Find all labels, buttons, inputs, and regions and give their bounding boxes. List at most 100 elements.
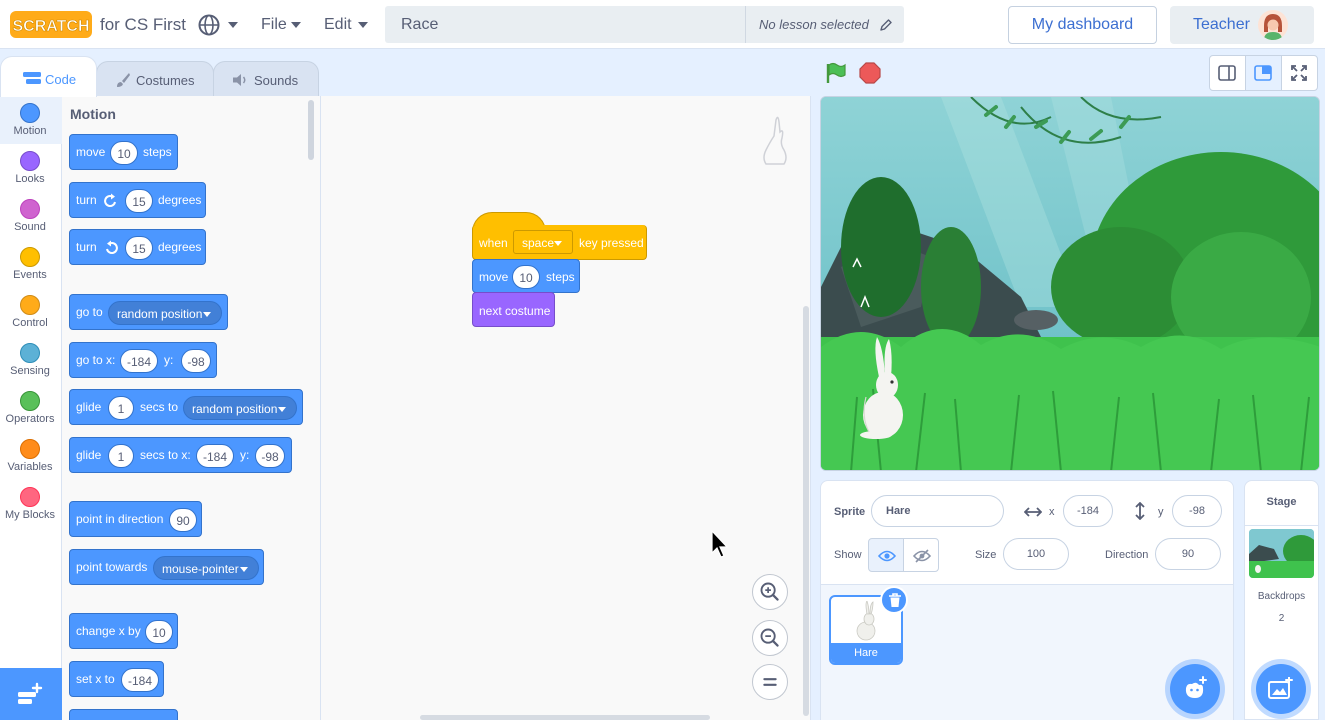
category-label: Operators — [5, 413, 55, 425]
glide-target-dropdown[interactable]: random position — [183, 396, 297, 420]
x-input[interactable]: -184 — [1063, 495, 1113, 527]
y-label: y — [1158, 506, 1164, 518]
block-text: move — [76, 145, 106, 159]
edit-menu[interactable]: Edit — [324, 16, 352, 34]
block-set-x[interactable]: set x to -184 — [69, 661, 164, 697]
backdrop-thumbnail[interactable] — [1249, 529, 1314, 578]
tab-sounds[interactable]: Sounds — [213, 61, 319, 97]
block-text: glide — [76, 448, 102, 462]
y-input[interactable]: -98 — [1172, 495, 1222, 527]
script-area[interactable] — [321, 96, 811, 720]
sprite-info: Sprite Hare x -184 y -98 Show Size 100 D… — [821, 481, 1233, 585]
zoom-reset-icon[interactable] — [752, 664, 788, 700]
add-backdrop-icon — [1268, 677, 1293, 699]
category-sound[interactable]: Sound — [0, 192, 62, 240]
add-extension-button[interactable] — [0, 668, 62, 720]
category-sensing[interactable]: Sensing — [0, 336, 62, 384]
language-caret-icon[interactable] — [228, 22, 238, 28]
sprite-label: Sprite — [834, 506, 866, 518]
show-sprite-button[interactable] — [868, 538, 904, 572]
script-steps-input[interactable]: 10 — [512, 265, 540, 289]
category-menu: Motion Looks Sound Events Control Sensin… — [0, 96, 62, 720]
script-vertical-scrollbar[interactable] — [803, 306, 809, 716]
project-title-box[interactable]: Race No lesson selected — [385, 6, 904, 43]
block-change-x[interactable]: change x by 10 — [69, 613, 178, 649]
palette-scrollbar[interactable] — [308, 100, 314, 160]
category-variables[interactable]: Variables — [0, 432, 62, 480]
stop-icon[interactable] — [858, 61, 882, 85]
x-input[interactable]: -184 — [196, 444, 234, 468]
forest-backdrop — [821, 97, 1319, 470]
go-to-target-dropdown[interactable]: random position — [108, 301, 222, 325]
stage-canvas[interactable] — [820, 96, 1320, 471]
key-dropdown[interactable]: space — [513, 230, 573, 254]
block-glide-to[interactable]: glide 1 secs to random position — [69, 389, 303, 425]
green-flag-icon[interactable] — [824, 61, 848, 85]
small-stage-icon — [1218, 65, 1236, 81]
zoom-out-icon[interactable] — [752, 620, 788, 656]
secs-input[interactable]: 1 — [108, 444, 134, 468]
block-turn-left[interactable]: turn 15 degrees — [69, 229, 206, 265]
point-towards-dropdown[interactable]: mouse-pointer — [153, 556, 259, 580]
script-move-steps[interactable]: move 10 steps — [472, 259, 580, 293]
category-label: My Blocks — [4, 509, 56, 521]
sprite-tile-name: Hare — [831, 643, 901, 663]
script-next-costume[interactable]: next costume — [472, 292, 555, 327]
change-x-input[interactable]: 10 — [145, 620, 173, 644]
tab-costumes[interactable]: Costumes — [96, 61, 214, 97]
choose-sprite-button[interactable] — [1170, 664, 1220, 714]
teacher-account-button[interactable]: Teacher — [1170, 6, 1314, 44]
secs-input[interactable]: 1 — [108, 396, 134, 420]
block-point-in-direction[interactable]: point in direction 90 — [69, 501, 202, 537]
block-move-steps[interactable]: move 10 steps — [69, 134, 178, 170]
globe-icon[interactable] — [197, 13, 221, 37]
hide-sprite-button[interactable] — [903, 538, 939, 572]
block-point-towards[interactable]: point towards mouse-pointer — [69, 549, 264, 585]
small-stage-button[interactable] — [1210, 56, 1246, 90]
category-operators[interactable]: Operators — [0, 384, 62, 432]
sprite-name-input[interactable]: Hare — [871, 495, 1004, 527]
direction-input[interactable]: 90 — [169, 508, 197, 532]
zoom-in-icon[interactable] — [752, 574, 788, 610]
degrees-input[interactable]: 15 — [125, 189, 153, 213]
choose-backdrop-button[interactable] — [1256, 664, 1306, 714]
steps-input[interactable]: 10 — [110, 141, 138, 165]
script-when-key-pressed[interactable]: when space key pressed — [472, 225, 647, 260]
file-caret-icon[interactable] — [291, 22, 301, 28]
y-input[interactable]: -98 — [181, 349, 211, 373]
tab-code[interactable]: Code — [0, 56, 97, 97]
category-events[interactable]: Events — [0, 240, 62, 288]
tab-costumes-label: Costumes — [136, 73, 195, 88]
delete-sprite-button[interactable] — [880, 586, 908, 614]
block-glide-xy[interactable]: glide 1 secs to x: -184 y: -98 — [69, 437, 292, 473]
size-input[interactable]: 100 — [1003, 538, 1069, 570]
category-looks[interactable]: Looks — [0, 144, 62, 192]
file-menu[interactable]: File — [261, 16, 287, 34]
x-input[interactable]: -184 — [120, 349, 158, 373]
direction-input[interactable]: 90 — [1155, 538, 1221, 570]
category-control[interactable]: Control — [0, 288, 62, 336]
code-icon — [23, 72, 41, 84]
category-label: Looks — [15, 173, 45, 185]
set-x-input[interactable]: -184 — [121, 668, 159, 692]
my-dashboard-button[interactable]: My dashboard — [1008, 6, 1157, 44]
project-title-input[interactable]: Race — [401, 16, 438, 34]
svg-text:SCRATCH: SCRATCH — [12, 18, 89, 35]
script-horizontal-scrollbar[interactable] — [420, 715, 710, 720]
normal-stage-button[interactable] — [1246, 56, 1282, 90]
block-go-to[interactable]: go to random position — [69, 294, 228, 330]
category-my-blocks[interactable]: My Blocks — [0, 480, 62, 528]
block-go-to-xy[interactable]: go to x: -184 y: -98 — [69, 342, 217, 378]
edit-caret-icon[interactable] — [358, 22, 368, 28]
category-motion[interactable]: Motion — [0, 96, 62, 144]
y-input[interactable]: -98 — [255, 444, 285, 468]
block-text: change x by — [76, 624, 141, 638]
fullscreen-button[interactable] — [1282, 56, 1318, 90]
block-text: point in direction — [76, 512, 164, 526]
scratch-logo[interactable]: SCRATCH — [10, 11, 92, 38]
block-partial[interactable] — [69, 709, 178, 720]
pencil-icon[interactable] — [879, 18, 893, 32]
block-turn-right[interactable]: turn 15 degrees — [69, 182, 206, 218]
lesson-status[interactable]: No lesson selected — [759, 17, 869, 32]
degrees-input[interactable]: 15 — [125, 236, 153, 260]
